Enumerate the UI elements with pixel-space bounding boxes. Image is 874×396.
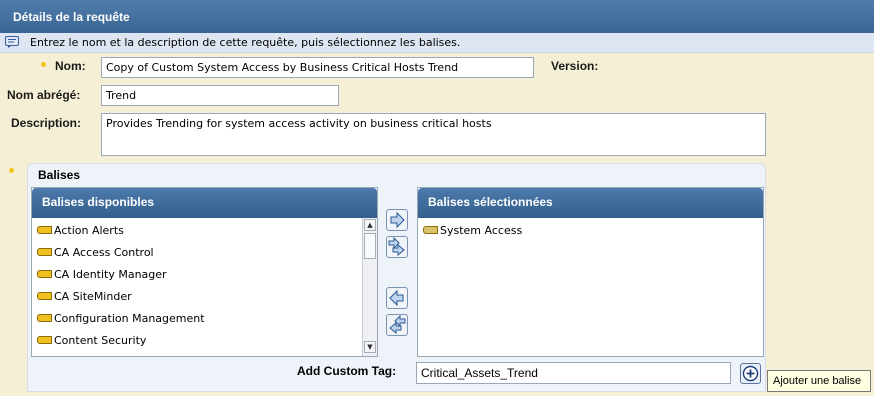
- custom-tag-input[interactable]: Critical_Assets_Trend: [416, 362, 731, 384]
- arrow-right-icon: [390, 211, 405, 229]
- list-item[interactable]: CA SiteMinder: [37, 288, 132, 304]
- scroll-thumb[interactable]: [364, 233, 376, 259]
- arrow-left-icon: [389, 289, 404, 307]
- list-item[interactable]: CA Access Control: [37, 244, 154, 260]
- selected-tags-box: Balises sélectionnées System Access: [417, 187, 764, 357]
- available-list-scrollbar[interactable]: ▲ ▼: [362, 218, 377, 356]
- double-arrow-left-icon: [389, 314, 406, 335]
- scroll-up-button[interactable]: ▲: [364, 219, 376, 231]
- scroll-down-button[interactable]: ▼: [364, 341, 376, 353]
- tag-icon: [37, 314, 52, 322]
- selected-tags-title: Balises sélectionnées: [418, 188, 763, 218]
- list-item[interactable]: Configuration Management: [37, 310, 205, 326]
- tag-icon: [37, 292, 52, 300]
- tag-icon: [37, 270, 52, 278]
- list-item[interactable]: Content Security: [37, 332, 146, 348]
- balises-panel: Balises Balises disponibles Action Alert…: [27, 163, 766, 392]
- nom-input[interactable]: Copy of Custom System Access by Business…: [101, 57, 534, 78]
- description-textarea[interactable]: Provides Trending for system access acti…: [101, 113, 766, 156]
- available-tags-title: Balises disponibles: [32, 188, 377, 218]
- move-all-right-button[interactable]: [386, 236, 408, 258]
- custom-tag-label: Add Custom Tag:: [297, 364, 397, 378]
- window-title: Détails de la requête: [0, 0, 874, 33]
- tag-icon: [37, 226, 52, 234]
- add-tag-tooltip: Ajouter une balise: [767, 370, 871, 392]
- add-tag-button[interactable]: [740, 363, 761, 384]
- tag-icon: [37, 336, 52, 344]
- double-arrow-right-icon: [388, 236, 405, 257]
- nom-abrege-input[interactable]: Trend: [101, 85, 339, 106]
- move-all-left-button[interactable]: [386, 314, 408, 336]
- description-label: Description:: [11, 116, 82, 130]
- move-left-button[interactable]: [386, 287, 408, 309]
- form-area: Nom: Copy of Custom System Access by Bus…: [0, 53, 874, 396]
- info-bar: Entrez le nom et la description de cette…: [0, 33, 874, 53]
- nom-label: Nom:: [55, 59, 86, 73]
- list-item[interactable]: Action Alerts: [37, 222, 124, 238]
- balises-title: Balises: [38, 168, 81, 182]
- required-indicator: [41, 62, 46, 67]
- move-right-button[interactable]: [386, 209, 408, 231]
- list-item[interactable]: CA Identity Manager: [37, 266, 167, 282]
- tag-icon: [37, 248, 52, 256]
- available-tags-box: Balises disponibles Action Alerts CA Acc…: [31, 187, 378, 357]
- nom-abrege-label: Nom abrégé:: [7, 88, 81, 102]
- required-indicator: [9, 168, 14, 173]
- list-item[interactable]: System Access: [423, 222, 522, 238]
- info-text: Entrez le nom et la description de cette…: [30, 36, 461, 49]
- plus-circle-icon: [742, 365, 759, 382]
- tag-icon: [423, 226, 438, 234]
- version-label: Version:: [551, 59, 599, 73]
- info-icon: [5, 36, 19, 48]
